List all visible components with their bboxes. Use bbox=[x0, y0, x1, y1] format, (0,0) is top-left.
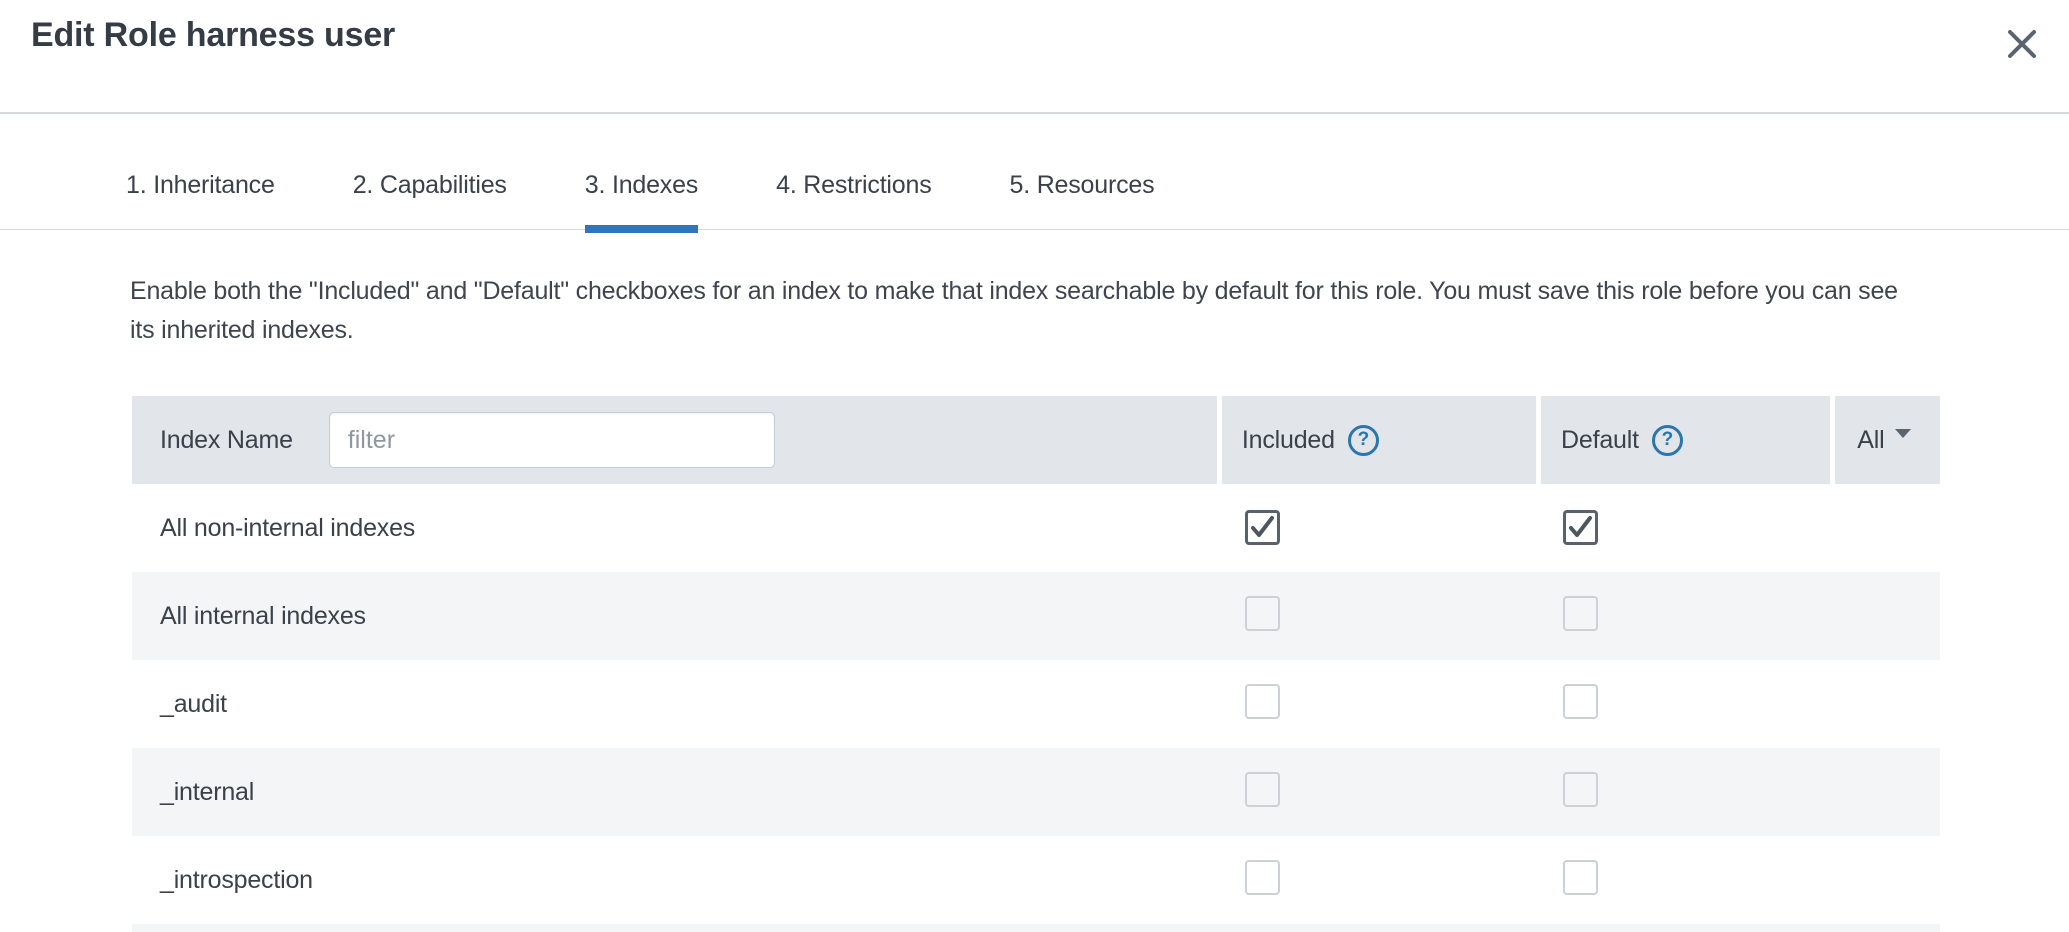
included-help-icon[interactable]: ? bbox=[1348, 425, 1379, 456]
included-checkbox[interactable] bbox=[1245, 772, 1280, 807]
table-row: All non-internal indexes bbox=[132, 484, 1940, 572]
chevron-down-icon bbox=[1895, 429, 1911, 438]
close-icon bbox=[2007, 29, 2037, 59]
included-cell bbox=[1225, 684, 1545, 724]
tab-inheritance[interactable]: 1. Inheritance bbox=[126, 171, 275, 233]
included-checkbox[interactable] bbox=[1245, 596, 1280, 631]
index-name-cell: All non-internal indexes bbox=[132, 514, 1225, 543]
default-checkbox[interactable] bbox=[1563, 684, 1598, 719]
column-header-index-name: Index Name bbox=[132, 396, 1217, 484]
index-name-cell: _introspection bbox=[132, 866, 1225, 895]
default-cell bbox=[1545, 860, 1840, 900]
default-checkbox[interactable] bbox=[1563, 596, 1598, 631]
all-dropdown[interactable]: All bbox=[1857, 426, 1911, 455]
included-checkbox[interactable] bbox=[1245, 510, 1280, 545]
index-name-cell: All internal indexes bbox=[132, 602, 1225, 631]
column-header-all: All bbox=[1835, 396, 1940, 484]
tab-indexes[interactable]: 3. Indexes bbox=[585, 171, 698, 233]
column-header-default: Default ? bbox=[1541, 396, 1830, 484]
default-help-icon[interactable]: ? bbox=[1652, 425, 1683, 456]
column-header-included: Included ? bbox=[1222, 396, 1536, 484]
tab-restrictions[interactable]: 4. Restrictions bbox=[776, 171, 931, 233]
modal-header: Edit Role harness user bbox=[0, 0, 2069, 114]
index-name-cell: _audit bbox=[132, 690, 1225, 719]
tab-capabilities[interactable]: 2. Capabilities bbox=[353, 171, 507, 233]
table-row: _internal bbox=[132, 748, 1940, 836]
table-header-row: Index Name Included ? Default ? All bbox=[132, 396, 1940, 484]
edit-role-modal: Edit Role harness user 1. Inheritance 2.… bbox=[0, 0, 2069, 932]
table-row: _audit bbox=[132, 660, 1940, 748]
close-button[interactable] bbox=[2000, 22, 2044, 66]
table-row: All internal indexes bbox=[132, 572, 1940, 660]
default-checkbox[interactable] bbox=[1563, 772, 1598, 807]
indexes-table: Index Name Included ? Default ? All All … bbox=[132, 396, 1940, 932]
all-dropdown-label: All bbox=[1857, 426, 1884, 455]
default-cell bbox=[1545, 772, 1840, 812]
table-row-partial bbox=[132, 924, 1940, 932]
index-name-label: Index Name bbox=[160, 426, 293, 455]
tab-bar: 1. Inheritance 2. Capabilities 3. Indexe… bbox=[0, 114, 2069, 230]
included-label: Included bbox=[1242, 426, 1335, 455]
included-cell bbox=[1225, 772, 1545, 812]
default-checkbox[interactable] bbox=[1563, 860, 1598, 895]
included-cell bbox=[1225, 510, 1545, 546]
index-name-cell: _internal bbox=[132, 778, 1225, 807]
included-cell bbox=[1225, 860, 1545, 900]
page-title: Edit Role harness user bbox=[31, 16, 395, 55]
default-cell bbox=[1545, 510, 1840, 546]
default-cell bbox=[1545, 596, 1840, 636]
included-cell bbox=[1225, 596, 1545, 636]
indexes-description: Enable both the "Included" and "Default"… bbox=[130, 272, 1925, 350]
included-checkbox[interactable] bbox=[1245, 860, 1280, 895]
default-checkbox[interactable] bbox=[1563, 510, 1598, 545]
included-checkbox[interactable] bbox=[1245, 684, 1280, 719]
table-row: _introspection bbox=[132, 836, 1940, 924]
tab-resources[interactable]: 5. Resources bbox=[1010, 171, 1155, 233]
default-cell bbox=[1545, 684, 1840, 724]
filter-input[interactable] bbox=[329, 412, 775, 468]
default-label: Default bbox=[1561, 426, 1639, 455]
